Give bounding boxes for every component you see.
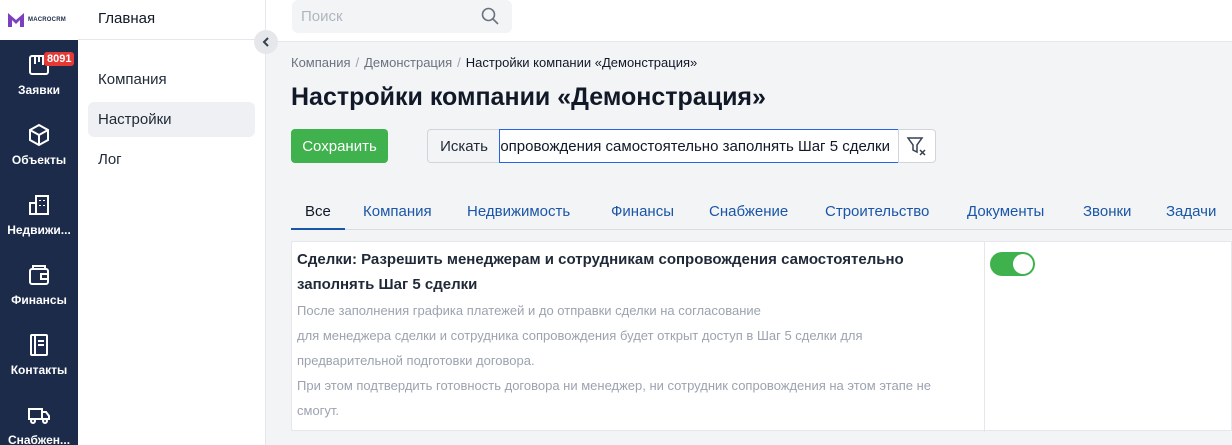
settings-search-input[interactable]: Сделки: Разрешить менеджерам и сотрудник…: [499, 129, 899, 163]
building-icon: [29, 195, 49, 215]
tab-tasks[interactable]: Задачи: [1166, 196, 1216, 230]
logo-text: MACROCRM: [28, 17, 66, 23]
rail-item-label: Заявки: [18, 83, 60, 97]
search-icon: [481, 7, 499, 25]
divider: [984, 242, 985, 432]
subnav-heading[interactable]: Главная: [78, 0, 265, 40]
setting-title-line: заполнять Шаг 5 сделки: [297, 276, 478, 293]
rail-item-label: Снабжен...: [7, 433, 71, 445]
tab-calls[interactable]: Звонки: [1083, 196, 1131, 230]
tab-finance[interactable]: Финансы: [611, 196, 674, 230]
setting-desc-line: смогут.: [297, 403, 340, 418]
rail-item-realty[interactable]: Недвижи...: [0, 180, 78, 250]
rail-item-label: Финансы: [11, 293, 67, 307]
subnav-item-settings[interactable]: Настройки: [88, 102, 255, 137]
filter-clear-icon: [906, 137, 926, 156]
setting-description: После заполнения графика платежей и до о…: [297, 298, 987, 423]
tab-company[interactable]: Компания: [363, 196, 432, 230]
wallet-icon: [29, 265, 49, 285]
top-bar: Поиск: [266, 0, 1232, 42]
subnav-item-log[interactable]: Лог: [88, 142, 255, 177]
rail-item-label: Контакты: [10, 363, 68, 377]
rail-item-requests[interactable]: 8091 Заявки: [0, 40, 78, 110]
page-title: Настройки компании «Демонстрация»: [291, 83, 766, 111]
setting-title-line: Сделки: Разрешить менеджерам и сотрудник…: [297, 251, 904, 268]
search-value: Сделки: Разрешить менеджерам и сотрудник…: [499, 138, 890, 155]
rail-item-supply[interactable]: Снабжен...: [0, 390, 78, 445]
setting-desc-line: предварительной подготовки договора.: [297, 353, 535, 368]
app-rail: MACROCRM 8091 Заявки Объекты Недвижи... …: [0, 0, 78, 445]
save-button[interactable]: Сохранить: [291, 129, 388, 163]
rail-item-finance[interactable]: Финансы: [0, 250, 78, 320]
cube-icon: [29, 123, 49, 147]
app-logo[interactable]: MACROCRM: [0, 0, 78, 40]
tab-all[interactable]: Все: [291, 196, 345, 230]
setting-desc-line: При этом подтвердить готовность договора…: [297, 378, 932, 393]
clear-filter-button[interactable]: [898, 129, 936, 163]
rail-item-objects[interactable]: Объекты: [0, 110, 78, 180]
rail-item-contacts[interactable]: Контакты: [0, 320, 78, 390]
search-button[interactable]: Искать: [427, 129, 500, 163]
logo-icon: [8, 13, 24, 27]
truck-icon: [28, 408, 50, 424]
setting-title: Сделки: Разрешить менеджерам и сотрудник…: [297, 247, 957, 297]
setting-row: Сделки: Разрешить менеджерам и сотрудник…: [291, 241, 1232, 432]
contacts-icon: [30, 334, 48, 356]
breadcrumb: Компания / Демонстрация / Настройки компании…: [291, 55, 698, 70]
tab-construction[interactable]: Строительство: [825, 196, 929, 230]
global-search-input[interactable]: Поиск: [292, 0, 512, 33]
requests-badge: 8091: [44, 52, 75, 66]
tab-documents[interactable]: Документы: [967, 196, 1044, 230]
subnav-item-company[interactable]: Компания: [88, 62, 255, 97]
setting-desc-line: для менеджера сделки и сотрудника сопров…: [297, 328, 863, 343]
tab-supply[interactable]: Снабжение: [709, 196, 788, 230]
rail-item-label: Объекты: [11, 153, 67, 167]
breadcrumb-current: Настройки компании «Демонстрация»: [465, 55, 698, 70]
toggle-knob: [1013, 254, 1033, 274]
breadcrumb-demo[interactable]: Демонстрация: [364, 55, 452, 70]
collapse-sidebar-button[interactable]: [254, 30, 278, 54]
settings-tabs: Все Компания Недвижимость Финансы Снабже…: [291, 196, 1232, 230]
search-placeholder: Поиск: [301, 8, 343, 25]
chevron-left-icon: [262, 37, 269, 47]
secondary-nav: Главная Компания Настройки Лог: [78, 0, 266, 445]
tab-realty[interactable]: Недвижимость: [467, 196, 570, 230]
setting-toggle[interactable]: [990, 252, 1035, 276]
rail-item-label: Недвижи...: [7, 223, 71, 237]
setting-desc-line: После заполнения графика платежей и до о…: [297, 303, 761, 318]
breadcrumb-company[interactable]: Компания: [291, 55, 351, 70]
